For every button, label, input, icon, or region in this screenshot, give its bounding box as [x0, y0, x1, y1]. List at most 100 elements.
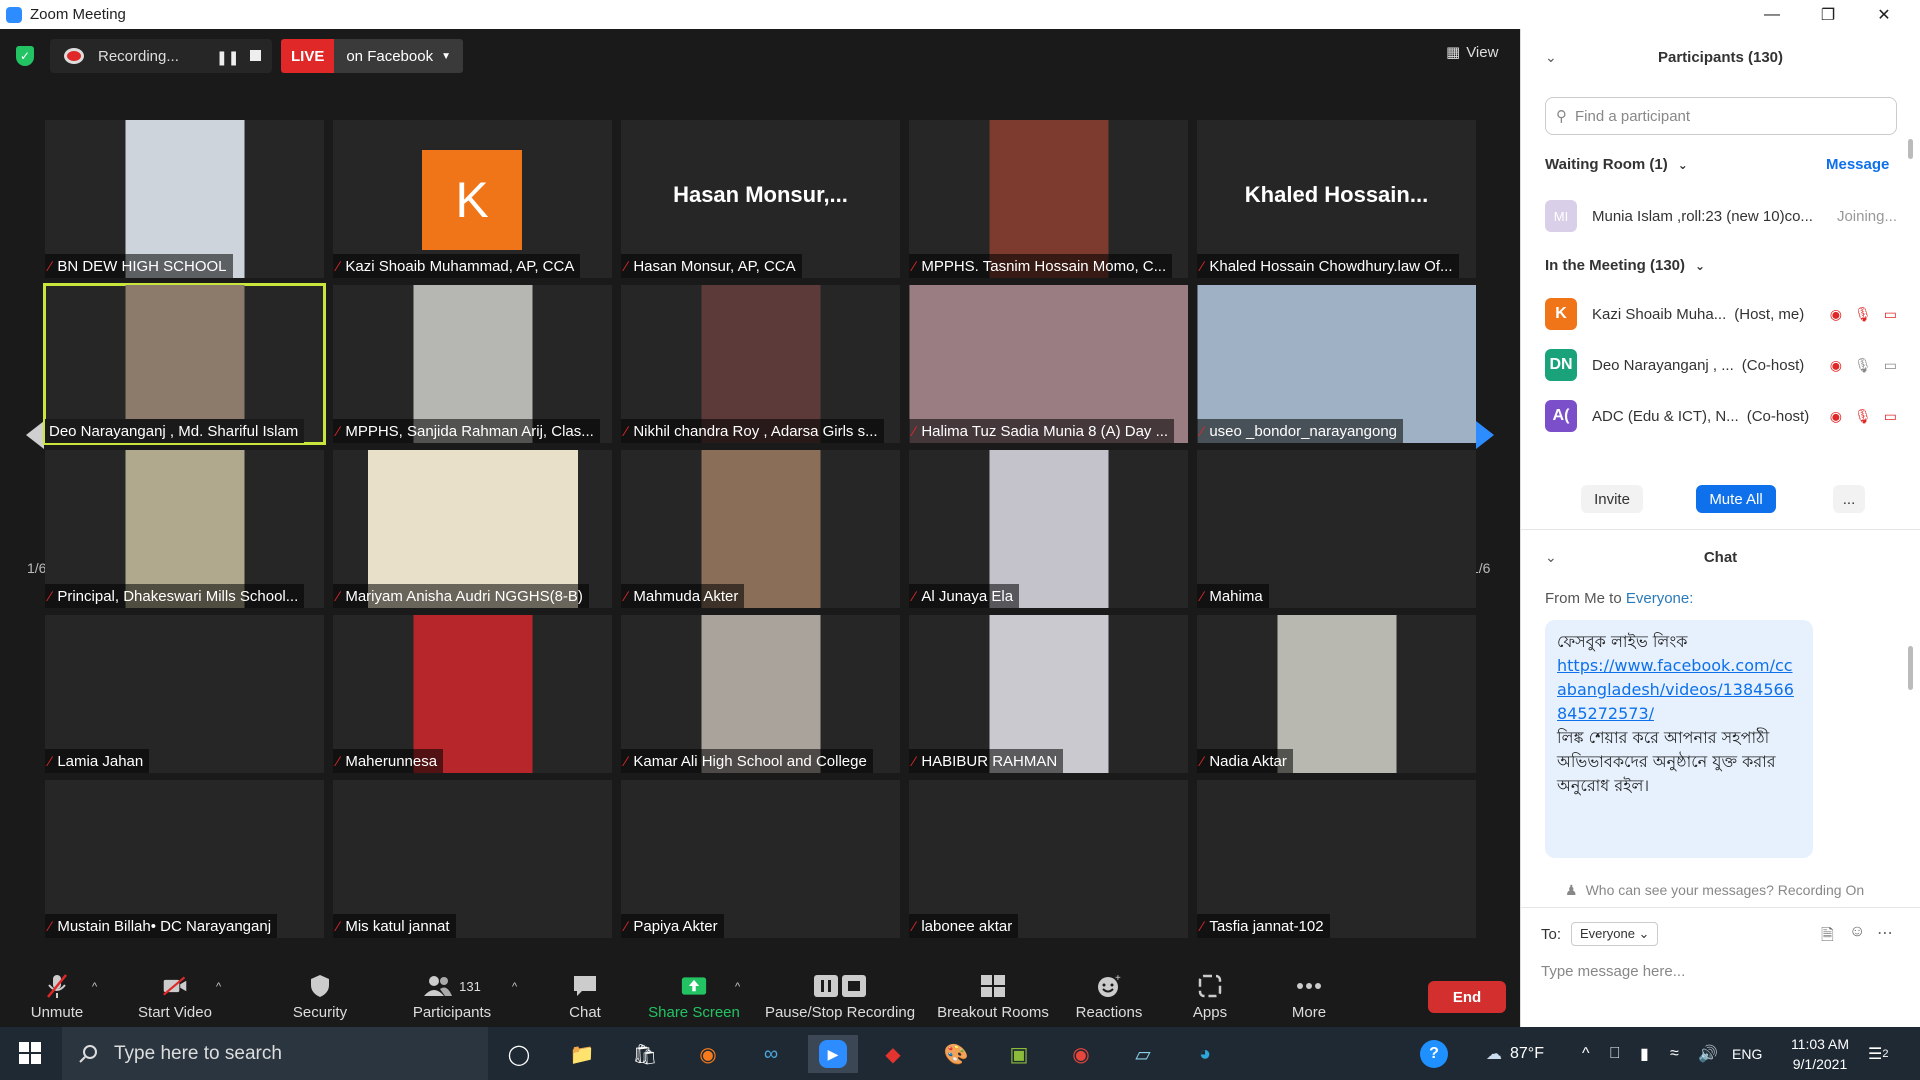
taskbar-search-box[interactable]: Type here to search [62, 1027, 488, 1080]
participant-name-label: Deo Narayanganj , Md. Shariful Islam [45, 419, 305, 443]
video-tile[interactable]: K ∕ Kazi Shoaib Muhammad, AP, CCA [333, 120, 612, 278]
stop-recording-icon[interactable] [250, 50, 261, 61]
reactions-button[interactable]: + Reactions [1074, 967, 1144, 1027]
notifications-icon[interactable]: ☰ 2 [1868, 1027, 1888, 1080]
battery-icon[interactable]: ▮ [1640, 1027, 1649, 1080]
encryption-shield-icon[interactable]: ✓ [16, 46, 34, 66]
file-icon[interactable]: 🗎 [1821, 924, 1834, 951]
chat-button[interactable]: Chat [560, 967, 610, 1027]
unmute-button[interactable]: Unmute [24, 967, 90, 1027]
pause-recording-icon[interactable]: ❚❚ [216, 49, 239, 66]
video-tile[interactable]: Hasan Monsur,... ∕ Hasan Monsur, AP, CCA [621, 120, 900, 278]
pause-stop-recording-button[interactable]: Pause/Stop Recording [764, 967, 916, 1027]
recipient-select[interactable]: Everyone ⌄ [1571, 922, 1659, 946]
waiting-room-header[interactable]: Waiting Room (1) ⌄ [1545, 156, 1688, 173]
paint-icon[interactable]: 🎨 [937, 1035, 975, 1073]
chrome-icon[interactable]: ◉ [1062, 1035, 1100, 1073]
more-button[interactable]: More [1286, 967, 1332, 1027]
system-clock[interactable]: 11:03 AM 9/1/2021 [1775, 1034, 1865, 1074]
video-tile[interactable]: ∕ Nadia Aktar [1197, 615, 1476, 773]
wifi-icon[interactable]: ≈ [1670, 1027, 1679, 1080]
volume-icon[interactable]: 🔊 [1698, 1027, 1718, 1080]
video-tile[interactable]: Khaled Hossain... ∕ Khaled Hossain Chowdhu… [1197, 120, 1476, 278]
video-options-caret-icon[interactable]: ^ [216, 981, 221, 993]
video-tile[interactable]: ∕ useo _bondor_narayangong [1197, 285, 1476, 443]
waiting-participant-name: Munia Islam ,roll:23 (new 10)co... [1592, 207, 1813, 225]
end-meeting-button[interactable]: End [1428, 981, 1506, 1013]
notes-app-icon[interactable]: ▱ [1124, 1035, 1162, 1073]
video-tile[interactable]: ∕ Principal, Dhakeswari Mills School... [45, 450, 324, 608]
video-tile[interactable]: ∕ Mustain Billah• DC Narayanganj [45, 780, 324, 938]
video-tile[interactable]: ∕ HABIBUR RAHMAN [909, 615, 1188, 773]
device-icon[interactable]: ⎕ [1610, 1027, 1620, 1080]
store-icon[interactable]: 🛍 [626, 1035, 664, 1073]
start-video-button[interactable]: Start Video [134, 967, 216, 1027]
message-waiting-room-link[interactable]: Message [1826, 156, 1889, 173]
video-tile[interactable]: ∕ Lamia Jahan [45, 615, 324, 773]
video-tile[interactable]: ∕ Papiya Akter [621, 780, 900, 938]
emoji-icon[interactable]: ☺ [1849, 923, 1865, 941]
task-view-icon[interactable]: ◯ [500, 1035, 538, 1073]
video-tile[interactable]: ∕ Halima Tuz Sadia Munia 8 (A) Day ... [909, 285, 1188, 443]
share-options-caret-icon[interactable]: ^ [735, 981, 740, 993]
participants-scrollbar[interactable] [1908, 139, 1913, 159]
participants-options-caret-icon[interactable]: ^ [512, 981, 517, 993]
video-tile[interactable]: ∕ Mahima [1197, 450, 1476, 608]
weather-widget[interactable]: ☁ 87°F [1486, 1027, 1544, 1080]
chat-from-target[interactable]: Everyone: [1626, 590, 1694, 607]
participants-button[interactable]: 131 Participants [410, 967, 494, 1027]
view-button[interactable]: ▦ View [1446, 43, 1498, 62]
video-tile[interactable]: ∕ Maherunnesa [333, 615, 612, 773]
video-tile[interactable]: ∕ MPPHS. Tasnim Hossain Momo, C... [909, 120, 1188, 278]
video-tile[interactable]: ∕ Mariyam Anisha Audri NGGHS(8-B) [333, 450, 612, 608]
mute-all-button[interactable]: Mute All [1696, 485, 1776, 513]
video-tile[interactable]: ∕ Mahmuda Akter [621, 450, 900, 608]
show-hidden-icons-caret-icon[interactable]: ^ [1582, 1027, 1590, 1080]
live-destination-dropdown[interactable]: on Facebook ▼ [334, 39, 463, 73]
video-tile[interactable]: Deo Narayanganj , Md. Shariful Islam [43, 283, 326, 445]
participant-row[interactable]: A( ADC (Edu & ICT), N... (Co-host) ◉ 🎙 ▭ [1545, 399, 1897, 433]
close-button[interactable]: ✕ [1861, 0, 1907, 29]
chat-message-link[interactable]: https://www.facebook.com/ccabangladesh/v… [1557, 656, 1794, 723]
more-chat-options-icon[interactable]: ⋯ [1877, 923, 1893, 943]
video-tile[interactable]: ∕ Al Junaya Ela [909, 450, 1188, 608]
video-tile[interactable]: ∕ Mis katul jannat [333, 780, 612, 938]
minimize-button[interactable]: — [1749, 0, 1795, 29]
mic-muted-icon: ∕ [337, 423, 340, 439]
security-button[interactable]: Security [290, 967, 350, 1027]
apps-button[interactable]: Apps [1190, 967, 1230, 1027]
file-explorer-icon[interactable]: 📁 [563, 1035, 601, 1073]
restore-button[interactable]: ❐ [1805, 0, 1851, 29]
mic-muted-icon: ∕ [49, 588, 52, 604]
image-app-icon[interactable]: ▣ [1000, 1035, 1038, 1073]
waiting-participant-row[interactable]: MI Munia Islam ,roll:23 (new 10)co... Jo… [1545, 199, 1897, 233]
participant-row[interactable]: DN Deo Narayanganj , ... (Co-host) ◉ 🎙 ▭ [1545, 348, 1897, 382]
more-participant-options-button[interactable]: ... [1833, 485, 1865, 513]
participant-row[interactable]: K Kazi Shoaib Muha... (Host, me) ◉ 🎙 ▭ [1545, 297, 1897, 331]
zoom-taskbar-icon[interactable]: ▶ [808, 1035, 858, 1073]
who-can-see-link[interactable]: ♟ Who can see your messages? Recording O… [1565, 882, 1864, 899]
video-tile[interactable]: ∕ labonee aktar [909, 780, 1188, 938]
video-tile[interactable]: ∕ Tasfia jannat-102 [1197, 780, 1476, 938]
video-tile[interactable]: ∕ MPPHS, Sanjida Rahman Arij, Clas... [333, 285, 612, 443]
windows-start-icon[interactable] [19, 1042, 41, 1064]
firefox-icon[interactable]: ◉ [689, 1035, 727, 1073]
breakout-rooms-button[interactable]: Breakout Rooms [934, 967, 1052, 1027]
live-stream-indicator[interactable]: LIVE on Facebook ▼ [281, 39, 463, 73]
anydesk-icon[interactable]: ◆ [874, 1035, 912, 1073]
in-meeting-header[interactable]: In the Meeting (130) ⌄ [1545, 257, 1705, 274]
video-tile[interactable]: ∕ Nikhil chandra Roy , Adarsa Girls s... [621, 285, 900, 443]
share-screen-button[interactable]: Share Screen [648, 967, 740, 1027]
participant-search-input[interactable]: ⚲ Find a participant [1545, 97, 1897, 135]
participant-name-label: ∕ Nikhil chandra Roy , Adarsa Girls s... [621, 419, 884, 443]
chat-message-input[interactable]: Type message here... [1541, 963, 1685, 980]
invite-button[interactable]: Invite [1581, 485, 1643, 513]
audio-options-caret-icon[interactable]: ^ [92, 981, 97, 993]
language-indicator[interactable]: ENG [1732, 1027, 1762, 1080]
edge-icon[interactable]: ◕ [1186, 1035, 1224, 1073]
video-tile[interactable]: ∕ BN DEW HIGH SCHOOL [45, 120, 324, 278]
video-tile[interactable]: ∕ Kamar Ali High School and College [621, 615, 900, 773]
chat-scrollbar[interactable] [1908, 646, 1913, 690]
help-icon[interactable]: ? [1420, 1027, 1448, 1080]
infinity-app-icon[interactable]: ∞ [752, 1035, 790, 1073]
